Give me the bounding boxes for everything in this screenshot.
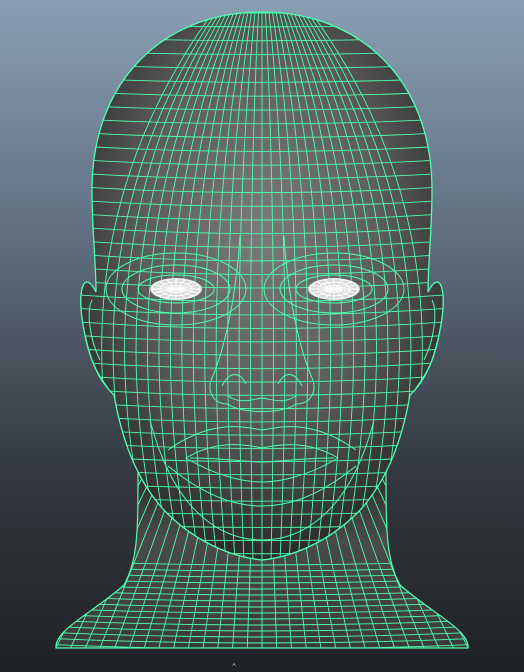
right-eye — [308, 278, 360, 300]
head-mesh-canvas[interactable] — [0, 0, 524, 672]
head-shape — [80, 11, 444, 561]
left-eye — [150, 278, 202, 300]
neck-ring — [40, 650, 484, 655]
viewport-3d[interactable]: ⌃ — [0, 0, 524, 672]
view-axis-marker: ⌃ — [231, 662, 237, 671]
neck-ring — [40, 656, 484, 661]
